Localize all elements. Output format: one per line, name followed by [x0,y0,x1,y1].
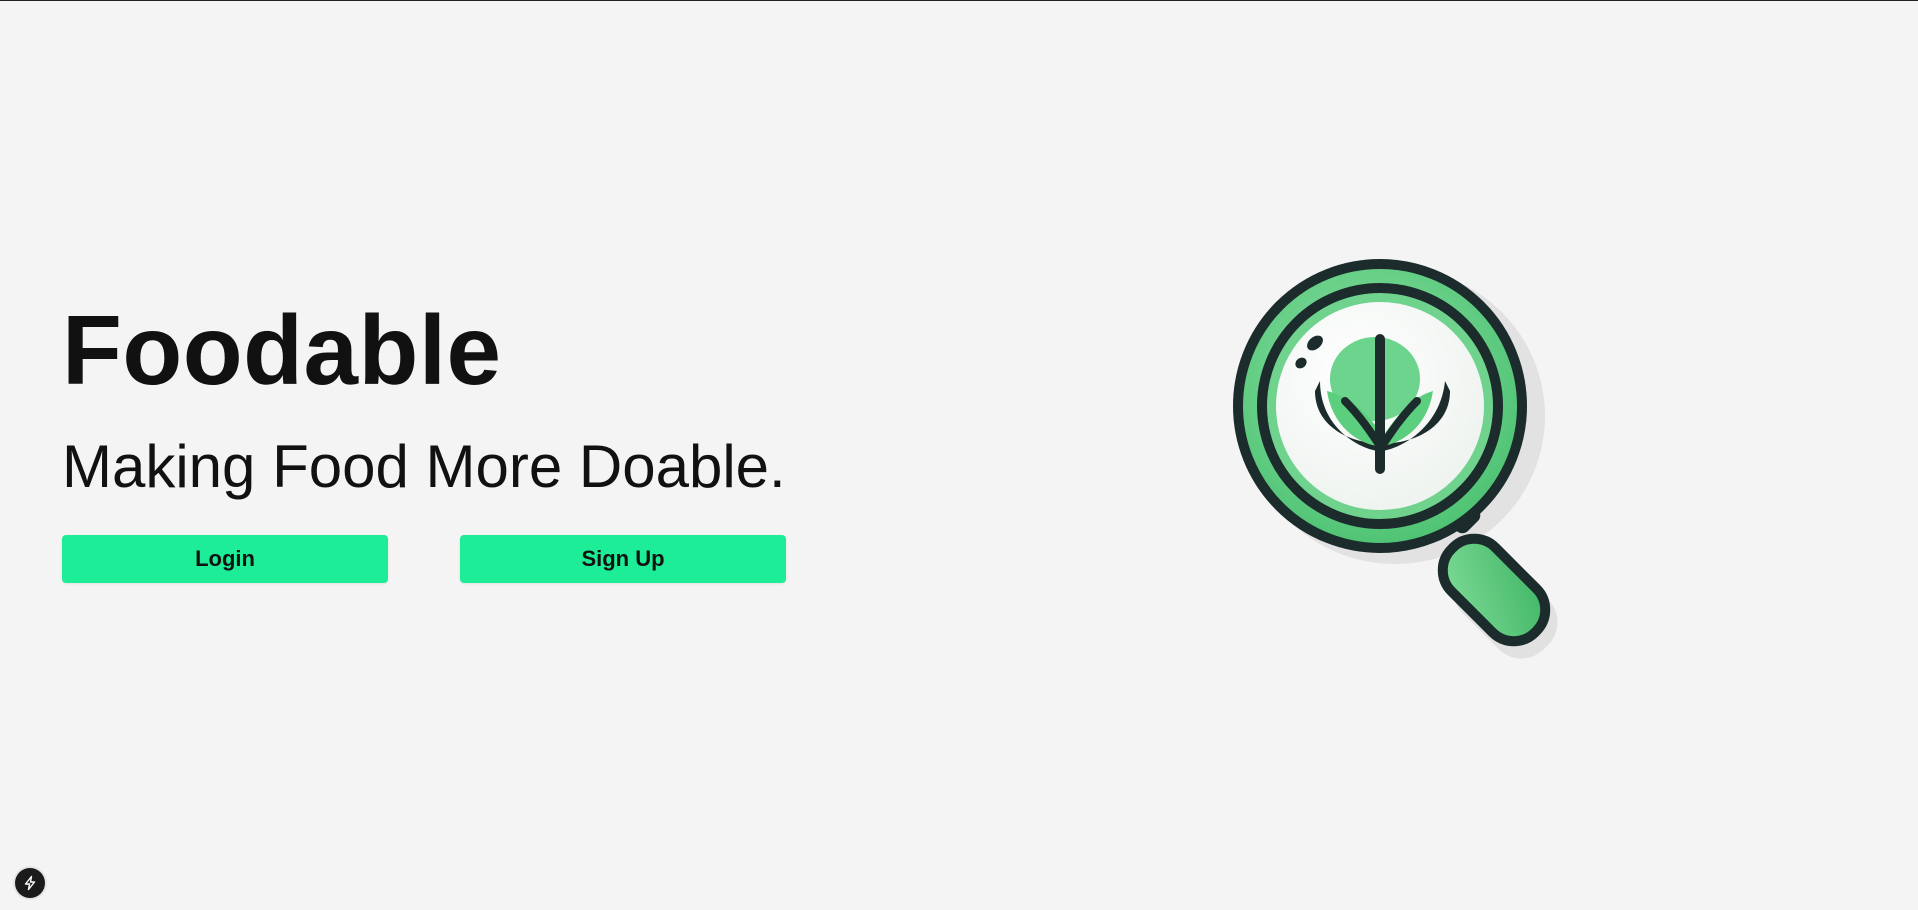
magnifying-glass-leaf-icon [1205,241,1605,671]
tagline: Making Food More Doable. [62,433,786,500]
devtools-indicator[interactable] [15,868,45,898]
auth-actions: Login Sign Up [62,535,822,583]
login-button[interactable]: Login [62,535,388,583]
brand-title: Foodable [62,295,502,405]
signup-button[interactable]: Sign Up [460,535,786,583]
hero-section: Foodable Making Food More Doable. Login … [62,301,822,583]
lightning-bolt-icon [24,875,36,891]
